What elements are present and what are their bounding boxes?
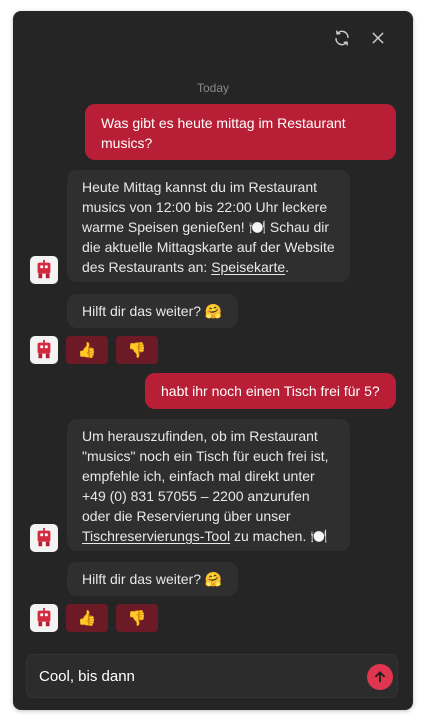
chat-widget: Today Was gibt es heute mittag im Restau… [13,11,413,710]
bot-message-text: Hilft dir das weiter? 🤗 [82,571,223,587]
thumbs-down-button[interactable]: 👎 [116,336,158,364]
tischreservierung-link[interactable]: Tischreservierungs-Tool [82,528,230,544]
day-separator: Today [196,81,230,95]
bot-message-text-end: . [285,259,290,275]
bot-message: Hilft dir das weiter? 🤗 [67,562,238,596]
thumbs-up-button[interactable]: 👍 [66,336,108,364]
arrow-up-icon [375,671,385,683]
thumbs-down-icon: 👎 [127,341,147,359]
message-input[interactable] [39,655,339,697]
bot-avatar [30,256,58,284]
thumbs-down-icon: 👎 [127,609,147,627]
robot-icon [37,607,51,627]
bot-message-text-end: zu machen. 🍽️ [230,528,328,544]
message-composer [26,654,398,698]
thumbs-down-button[interactable]: 👎 [116,604,158,632]
bot-avatar [30,604,58,632]
bot-avatar [30,336,58,364]
speisekarte-link[interactable]: Speisekarte [211,259,285,275]
bot-avatar [30,524,58,552]
robot-icon [37,527,51,547]
bot-message: Um herauszufinden, ob im Restaurant "mus… [67,419,350,551]
robot-icon [37,259,51,279]
bot-message: Heute Mittag kannst du im Restaurant mus… [67,170,350,282]
send-button[interactable] [367,664,393,690]
bot-message-text: Hilft dir das weiter? 🤗 [82,303,223,319]
thumbs-up-icon: 👍 [77,609,97,627]
user-message: habt ihr noch einen Tisch frei für 5? [145,373,396,409]
thumbs-up-icon: 👍 [77,341,97,359]
message-list[interactable]: Today Was gibt es heute mittag im Restau… [13,11,413,651]
robot-icon [37,339,51,359]
bot-message-text: Heute Mittag kannst du im Restaurant mus… [82,179,335,275]
thumbs-up-button[interactable]: 👍 [66,604,108,632]
bot-message-text: Um herauszufinden, ob im Restaurant "mus… [82,428,329,524]
bot-message: Hilft dir das weiter? 🤗 [67,294,238,328]
user-message: Was gibt es heute mittag im Restaurant m… [85,104,396,160]
